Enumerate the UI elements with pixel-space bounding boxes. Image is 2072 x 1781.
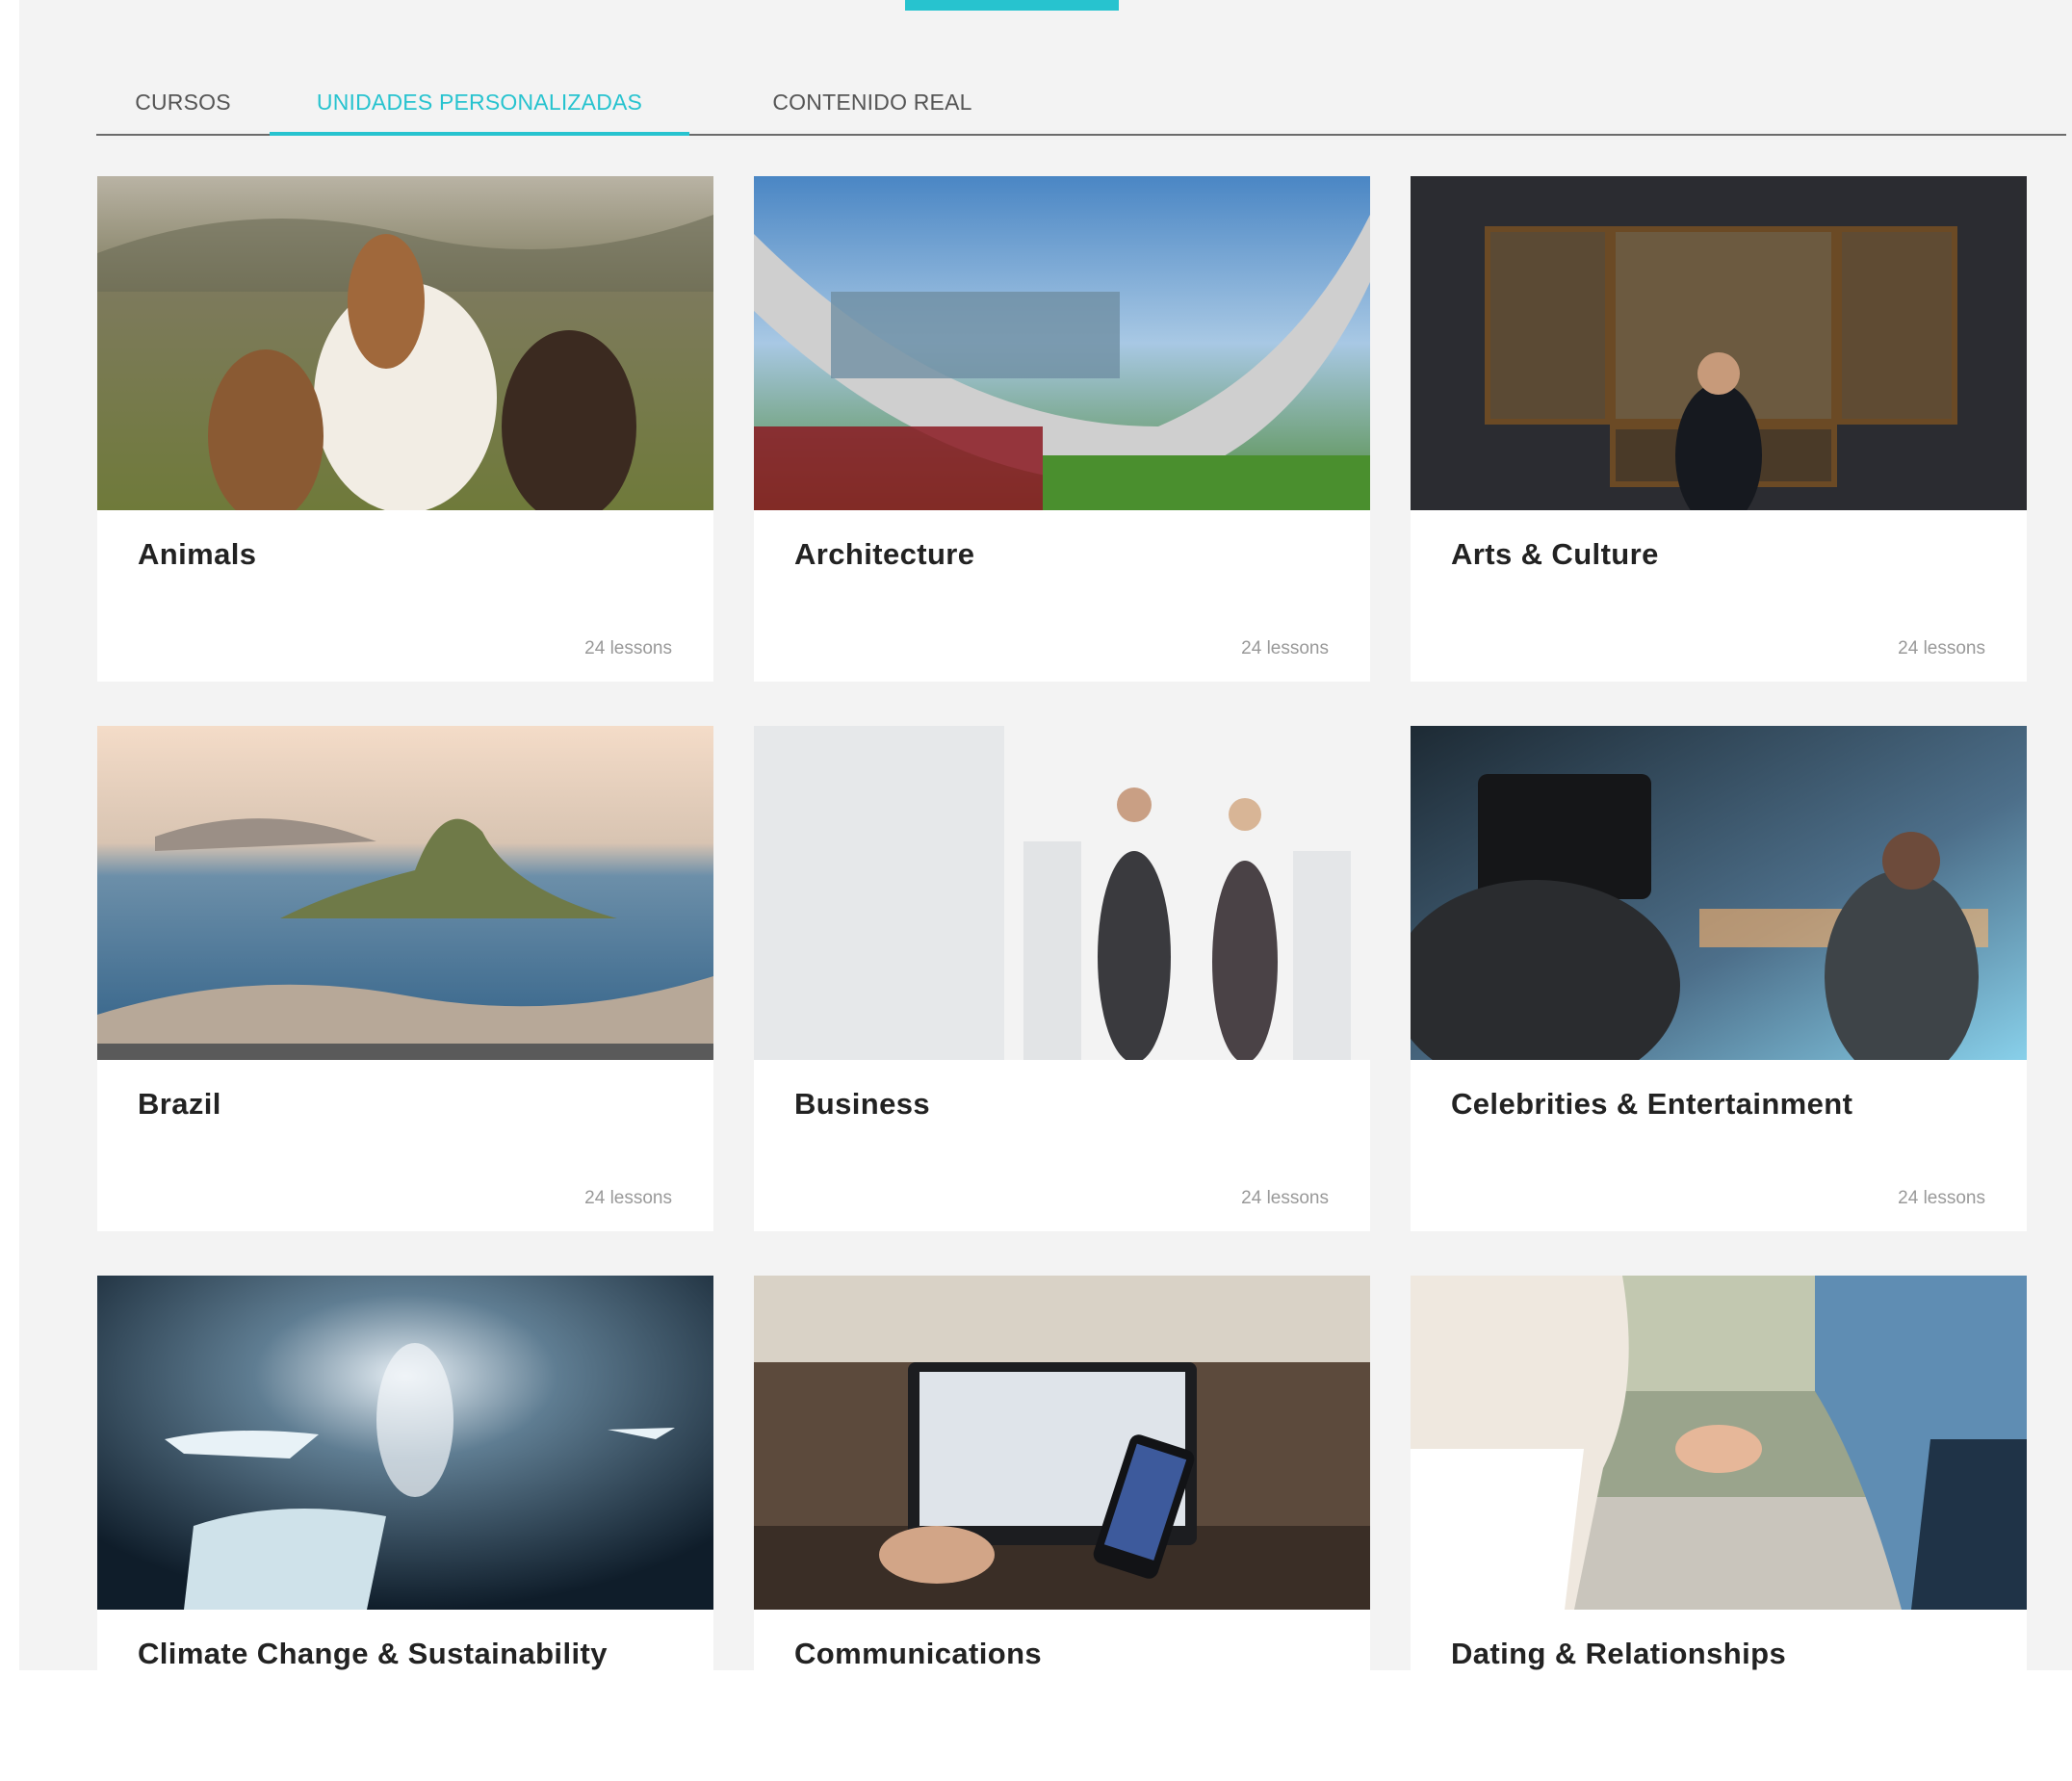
unit-card-grid: Animals 24 lessons Architecture 24 lesso… <box>97 176 2027 1781</box>
unit-card-dating-relationships[interactable]: Dating & Relationships <box>1411 1276 2027 1781</box>
tab-bar: CURSOS UNIDADES PERSONALIZADAS CONTENIDO… <box>96 75 2066 136</box>
business-image <box>754 726 1370 1060</box>
lesson-count: 24 lessons <box>584 1188 672 1208</box>
card-title: Communications <box>794 1637 1043 1670</box>
card-title: Architecture <box>794 537 975 571</box>
brazil-image <box>97 726 713 1060</box>
tab-contenido-real[interactable]: CONTENIDO REAL <box>689 75 1055 134</box>
card-title: Climate Change & Sustainability <box>138 1637 608 1670</box>
lesson-count: 24 lessons <box>1898 638 1985 658</box>
tab-unidades-personalizadas[interactable]: UNIDADES PERSONALIZADAS <box>270 75 689 136</box>
unit-card-business[interactable]: Business 24 lessons <box>754 726 1370 1231</box>
tab-cursos[interactable]: CURSOS <box>96 75 270 134</box>
unit-card-arts-culture[interactable]: Arts & Culture 24 lessons <box>1411 176 2027 682</box>
unit-card-architecture[interactable]: Architecture 24 lessons <box>754 176 1370 682</box>
card-title: Animals <box>138 537 257 571</box>
climate-change-sustainability-image <box>97 1276 713 1610</box>
header-active-indicator <box>905 0 1119 11</box>
card-title: Brazil <box>138 1087 221 1121</box>
unit-card-celebrities-entertainment[interactable]: Celebrities & Entertainment 24 lessons <box>1411 726 2027 1231</box>
lesson-count: 24 lessons <box>1898 1188 1985 1208</box>
unit-card-climate-change-sustainability[interactable]: Climate Change & Sustainability <box>97 1276 713 1781</box>
card-title: Dating & Relationships <box>1451 1637 1787 1670</box>
lesson-count: 24 lessons <box>584 638 672 658</box>
arts-culture-image <box>1411 176 2027 510</box>
communications-image <box>754 1276 1370 1610</box>
lesson-count: 24 lessons <box>1241 638 1329 658</box>
architecture-image <box>754 176 1370 510</box>
animals-image <box>97 176 713 510</box>
unit-card-brazil[interactable]: Brazil 24 lessons <box>97 726 713 1231</box>
celebrities-entertainment-image <box>1411 726 2027 1060</box>
card-title: Celebrities & Entertainment <box>1451 1087 1853 1121</box>
dating-relationships-image <box>1411 1276 2027 1610</box>
card-title: Business <box>794 1087 931 1121</box>
unit-card-animals[interactable]: Animals 24 lessons <box>97 176 713 682</box>
unit-card-communications[interactable]: Communications <box>754 1276 1370 1781</box>
card-title: Arts & Culture <box>1451 537 1659 571</box>
lesson-count: 24 lessons <box>1241 1188 1329 1208</box>
